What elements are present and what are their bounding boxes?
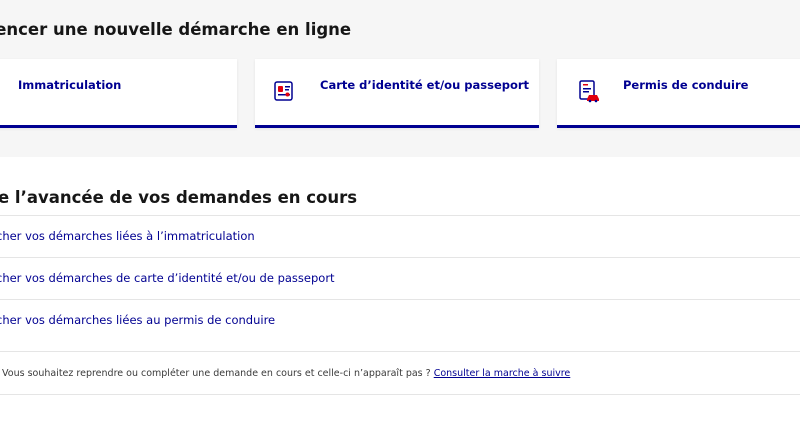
- section-title-new-request: mencer une nouvelle démarche en ligne: [0, 20, 352, 39]
- id-card-icon: [273, 79, 295, 103]
- section-title-track: e l’avancée de vos demandes en cours: [0, 188, 358, 207]
- card-label-immatriculation: Immatriculation: [18, 78, 122, 92]
- card-immatriculation[interactable]: Immatriculation: [0, 59, 237, 128]
- card-identity-passport[interactable]: Carte d’identité et/ou passeport: [255, 59, 539, 128]
- new-request-section: mencer une nouvelle démarche en ligne Im…: [0, 0, 800, 157]
- link-driving-license-requests[interactable]: cher vos démarches liées au permis de co…: [0, 313, 279, 327]
- list-item[interactable]: cher vos démarches liées au permis de co…: [0, 299, 800, 341]
- link-identity-requests[interactable]: cher vos démarches de carte d’identité e…: [0, 271, 339, 285]
- list-item[interactable]: cher vos démarches liées à l’immatricula…: [0, 215, 800, 257]
- info-text: Vous souhaitez reprendre ou compléter un…: [2, 368, 571, 379]
- consult-procedure-link[interactable]: Consulter la marche à suivre: [434, 368, 571, 379]
- info-notice: Vous souhaitez reprendre ou compléter un…: [0, 351, 800, 395]
- card-driving-license[interactable]: Permis de conduire: [557, 59, 800, 128]
- card-label-driving-license: Permis de conduire: [623, 78, 749, 92]
- link-immatriculation-requests[interactable]: cher vos démarches liées à l’immatricula…: [0, 229, 259, 243]
- card-label-identity: Carte d’identité et/ou passeport: [320, 78, 530, 92]
- driving-license-icon: [578, 79, 600, 103]
- list-item[interactable]: cher vos démarches de carte d’identité e…: [0, 257, 800, 299]
